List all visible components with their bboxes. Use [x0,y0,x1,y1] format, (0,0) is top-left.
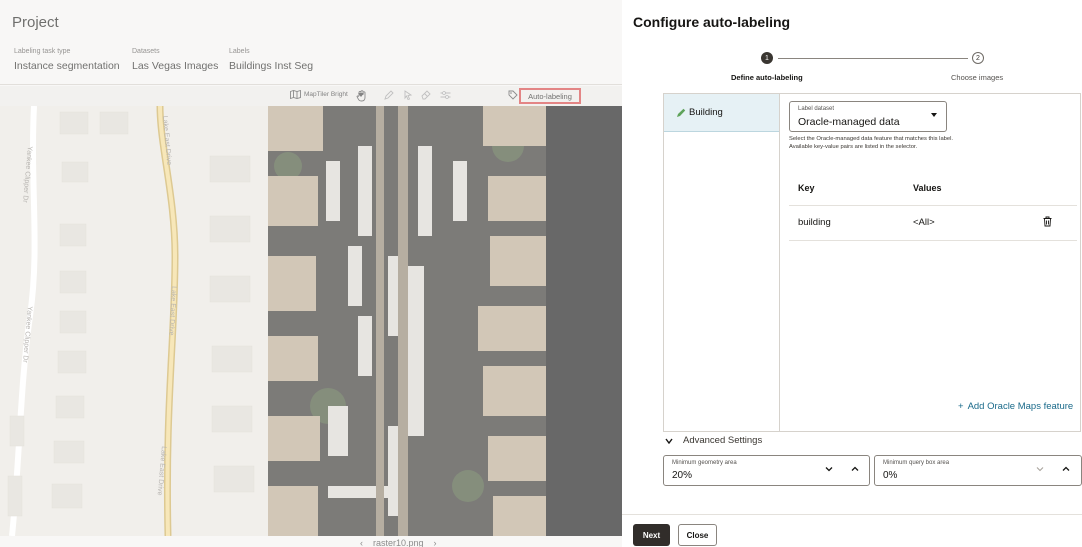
minimum-query-box-area-value: 0% [883,470,898,481]
panel-title: Configure auto-labeling [633,14,791,30]
add-feature-label: Add Oracle Maps feature [967,401,1074,412]
key-column-header: Key [798,183,815,193]
basemap-selector[interactable]: MapTiler Bright [290,90,365,99]
minimum-geometry-area-value: 20% [672,470,693,481]
wizard-stepper: 1 2 Define auto-labeling Choose images [622,52,1082,88]
minimum-query-box-area-label: Minimum query box area [883,460,950,466]
filter-sliders-icon[interactable] [440,90,451,100]
project-view: Project Labeling task type Instance segm… [0,0,622,547]
value-cell: <All> [913,217,935,228]
task-type-label: Labeling task type [14,48,71,55]
satellite-image [268,106,546,536]
chevron-down-icon [931,113,937,117]
next-button[interactable]: Next [633,524,670,546]
label-dataset-help: Select the Oracle-managed data feature t… [789,136,954,150]
configure-auto-labeling-panel: Configure auto-labeling 1 2 Define auto-… [622,0,1082,547]
table-row: building <All> [789,206,1077,240]
label-mapping-box: Building Label dataset Oracle-managed da… [663,93,1081,432]
minimum-query-box-area-field[interactable]: Minimum query box area 0% [874,455,1082,486]
advanced-settings-toggle[interactable]: Advanced Settings [665,435,762,446]
minimum-geometry-area-label: Minimum geometry area [672,460,737,466]
pencil-icon[interactable] [384,90,394,100]
step-1-label[interactable]: Define auto-labeling [731,73,803,82]
close-button[interactable]: Close [678,524,717,546]
increment-icon[interactable] [850,464,860,474]
street-basemap: Yankee Clipper Dr Yankee Clipper Dr Lake… [0,106,268,536]
minimum-geometry-area-field[interactable]: Minimum geometry area 20% [663,455,870,486]
advanced-settings-label: Advanced Settings [683,435,763,446]
labels-label: Labels [229,48,250,55]
decrement-icon[interactable] [824,464,834,474]
decrement-icon[interactable] [1035,464,1045,474]
label-item-building[interactable]: Building [664,94,779,132]
file-navigation: ‹ raster10.png › [360,538,437,547]
file-name: raster10.png [373,538,424,547]
tag-icon [508,90,518,100]
project-title: Project [12,14,59,31]
map-canvas[interactable]: Yankee Clipper Dr Yankee Clipper Dr Lake… [0,106,622,536]
label-dataset-label: Label dataset [798,106,835,112]
label-detail: Label dataset Oracle-managed data Select… [781,94,1081,431]
pan-hand-icon[interactable] [356,90,367,102]
key-cell: building [798,217,831,228]
divider [789,240,1077,241]
datasets-label: Datasets [132,48,160,55]
select-icon[interactable] [403,90,413,100]
label-list: Building [664,94,780,431]
label-dataset-value: Oracle-managed data [798,116,900,128]
datasets-value: Las Vegas Images [132,60,219,72]
chevron-down-icon [665,438,673,444]
image-border [546,106,622,536]
eraser-icon[interactable] [421,90,431,100]
add-oracle-maps-feature-button[interactable]: + Add Oracle Maps feature [958,401,1073,412]
pencil-icon [677,108,686,117]
step-1-indicator[interactable]: 1 [761,52,773,64]
map-icon [290,90,301,99]
prev-file-button[interactable]: ‹ [360,538,363,547]
next-file-button[interactable]: › [434,538,437,547]
auto-labeling-button[interactable]: Auto-labeling [519,88,581,104]
label-dataset-select[interactable]: Label dataset Oracle-managed data [789,101,947,132]
trash-icon[interactable] [1043,216,1052,227]
basemap-label: MapTiler Bright [304,91,348,98]
step-2-label[interactable]: Choose images [951,73,1003,82]
task-type-value: Instance segmentation [14,60,120,72]
values-column-header: Values [913,183,942,193]
divider [0,84,622,85]
divider [622,514,1082,515]
step-connector [778,58,968,59]
increment-icon[interactable] [1061,464,1071,474]
label-item-text: Building [689,107,723,118]
labels-value: Buildings Inst Seg [229,60,314,72]
plus-icon: + [958,401,964,412]
step-2-indicator[interactable]: 2 [972,52,984,64]
map-toolbar: MapTiler Bright Auto-labeling [0,86,622,106]
